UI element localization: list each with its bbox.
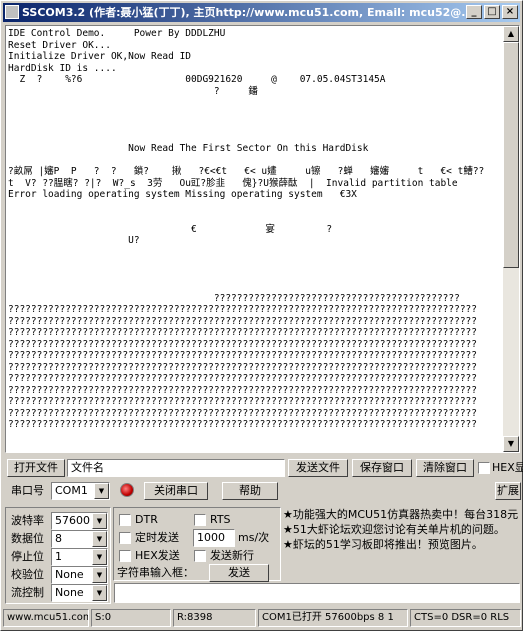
port-value: COM1 [55, 484, 88, 497]
status-received: R:8398 [173, 609, 256, 627]
save-window-button[interactable]: 保存窗口 [352, 459, 412, 477]
baud-label: 波特率 [11, 514, 44, 527]
promo-line[interactable]: ★51大虾论坛欢迎您讨论有关单片机的问题。 [283, 522, 519, 537]
receive-area[interactable]: IDE Control Demo. Power By DDDLZHU Reset… [5, 25, 520, 453]
flow-select[interactable]: None ▼ [51, 584, 108, 602]
status-sent: S:0 [91, 609, 171, 627]
help-button[interactable]: 帮助 [222, 482, 278, 500]
scroll-down-icon[interactable]: ▼ [503, 436, 519, 452]
port-label: 串口号 [11, 484, 44, 497]
clear-window-button[interactable]: 清除窗口 [416, 459, 474, 477]
expand-button[interactable]: 扩展 [495, 482, 521, 500]
chevron-down-icon[interactable]: ▼ [92, 585, 107, 601]
send-newline-label: 发送新行 [210, 549, 254, 562]
dtr-label: DTR [135, 513, 158, 526]
filename-field[interactable]: 文件名 [67, 459, 285, 477]
hex-display-checkbox[interactable] [478, 462, 490, 474]
dtr-checkbox[interactable] [119, 514, 131, 526]
chevron-down-icon[interactable]: ▼ [92, 531, 107, 547]
input-label: 字符串输入框： [117, 566, 194, 579]
promo-info: ★功能强大的MCU51仿真器热卖中！每台318元 ★51大虾论坛欢迎您讨论有关单… [283, 507, 519, 581]
databits-value: 8 [55, 532, 62, 545]
promo-line[interactable]: ★功能强大的MCU51仿真器热卖中！每台318元 [283, 507, 519, 522]
stopbits-select[interactable]: 1 ▼ [51, 548, 108, 566]
port-status-led-icon [120, 483, 134, 497]
send-newline-checkbox[interactable] [194, 550, 206, 562]
close-port-button[interactable]: 关闭串口 [144, 482, 208, 500]
interval-input[interactable]: 1000 [193, 529, 235, 547]
status-site: www.mcu51.com [3, 609, 89, 627]
scroll-thumb[interactable] [503, 42, 519, 268]
parity-select[interactable]: None ▼ [51, 566, 108, 584]
hex-send-checkbox[interactable] [119, 550, 131, 562]
databits-label: 数据位 [11, 532, 44, 545]
timed-send-checkbox[interactable] [119, 532, 131, 544]
interval-unit: ms/次 [238, 531, 270, 544]
minimize-button[interactable]: _ [466, 5, 482, 19]
chevron-down-icon[interactable]: ▼ [92, 549, 107, 565]
status-lines: CTS=0 DSR=0 RLS [410, 609, 521, 627]
hex-display-label: HEX显 [492, 461, 523, 474]
vertical-scrollbar[interactable]: ▲ ▼ [503, 26, 519, 452]
open-file-button[interactable]: 打开文件 [7, 459, 65, 477]
stopbits-value: 1 [55, 550, 62, 563]
title-bar[interactable]: SSCOM3.2 (作者:聂小猛(丁丁), 主页http://www.mcu51… [3, 3, 520, 22]
window-controls: _ □ × [466, 5, 518, 19]
baud-value: 57600 [55, 514, 90, 527]
scroll-up-icon[interactable]: ▲ [503, 26, 519, 42]
app-window: SSCOM3.2 (作者:聂小猛(丁丁), 主页http://www.mcu51… [0, 0, 523, 631]
baud-select[interactable]: 57600 ▼ [51, 512, 108, 530]
databits-select[interactable]: 8 ▼ [51, 530, 108, 548]
app-icon [5, 5, 19, 19]
status-port: COM1已打开 57600bps 8 1 [258, 609, 408, 627]
send-input[interactable] [114, 583, 520, 603]
chevron-down-icon[interactable]: ▼ [94, 483, 109, 499]
parity-label: 校验位 [11, 568, 44, 581]
chevron-down-icon[interactable]: ▼ [92, 513, 107, 529]
send-button[interactable]: 发送 [209, 564, 269, 582]
flow-label: 流控制 [11, 586, 44, 599]
hex-send-label: HEX发送 [135, 549, 180, 562]
port-select[interactable]: COM1 ▼ [51, 482, 110, 500]
maximize-button[interactable]: □ [484, 5, 500, 19]
timed-send-label: 定时发送 [135, 531, 179, 544]
rts-label: RTS [210, 513, 231, 526]
close-button[interactable]: × [502, 5, 518, 19]
rts-checkbox[interactable] [194, 514, 206, 526]
parity-value: None [55, 568, 84, 581]
chevron-down-icon[interactable]: ▼ [92, 567, 107, 583]
flow-value: None [55, 586, 84, 599]
receive-text: IDE Control Demo. Power By DDDLZHU Reset… [8, 28, 485, 430]
stopbits-label: 停止位 [11, 550, 44, 563]
send-file-button[interactable]: 发送文件 [288, 459, 348, 477]
window-title: SSCOM3.2 (作者:聂小猛(丁丁), 主页http://www.mcu51… [22, 6, 467, 19]
promo-line[interactable]: ★虾坛的51学习板即将推出！预览图片。 [283, 537, 519, 552]
